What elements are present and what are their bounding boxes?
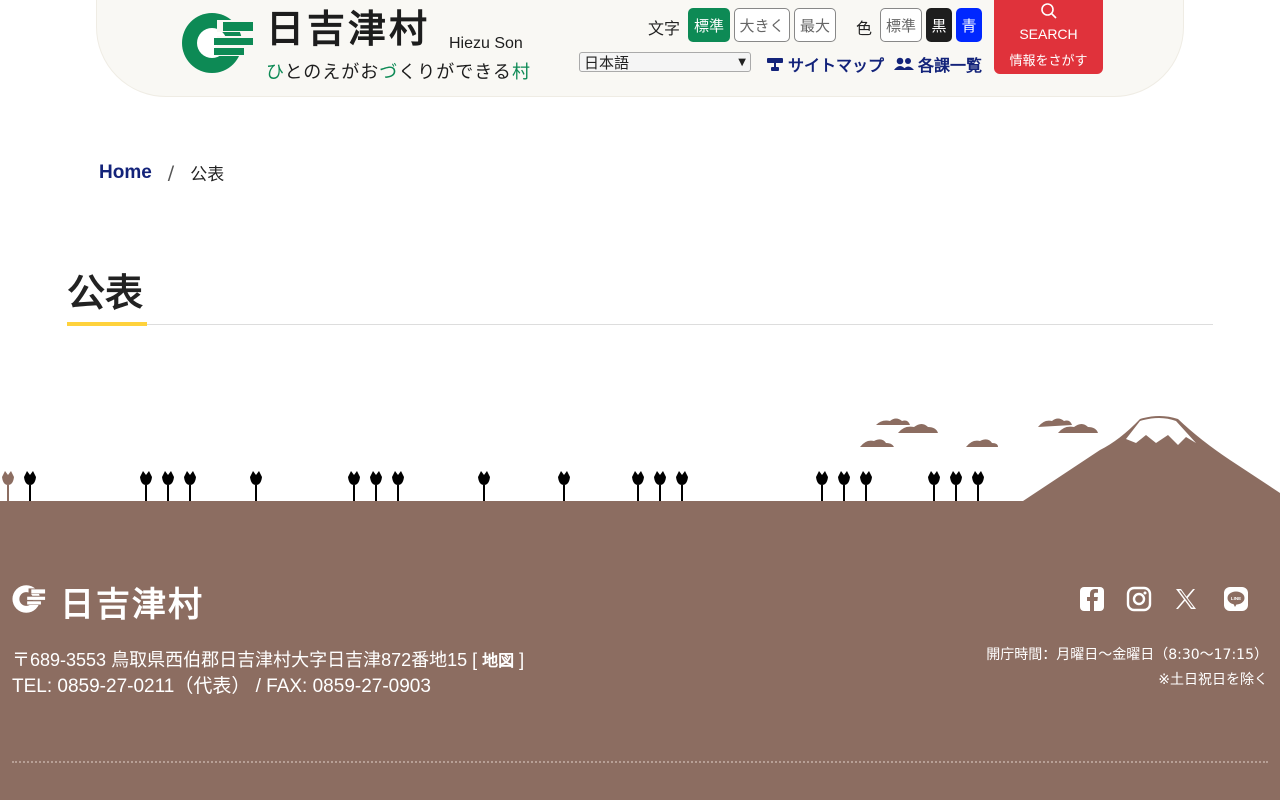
footer-divider [12, 761, 1268, 763]
sitemap-label: サイトマップ [788, 56, 885, 75]
text-size-max-button[interactable]: 最大 [794, 8, 836, 42]
departments-link[interactable]: 各課一覧 [894, 52, 982, 76]
search-button[interactable]: SEARCH 情報をさがす [994, 0, 1103, 74]
tagline: ひとのえがおづくりができる村 [266, 62, 531, 83]
footer-address-close: ] [514, 650, 525, 670]
tulip-shape [370, 471, 382, 501]
text-size-label: 文字 [648, 19, 681, 38]
sitemap-icon [767, 58, 783, 71]
tulip-shape [478, 471, 490, 501]
tulip-shape [860, 471, 872, 501]
tulip-shape [250, 471, 262, 501]
tulip-shape [838, 471, 850, 501]
tulip-shape [392, 471, 404, 501]
tulip-shape [928, 471, 940, 501]
office-hours-note: ※土日祝日を除く [1158, 672, 1268, 688]
search-label-en: SEARCH [1019, 26, 1078, 42]
tulip-shape [162, 471, 174, 501]
text-size-standard-button[interactable]: 標準 [688, 8, 730, 42]
color-standard-button[interactable]: 標準 [880, 8, 922, 42]
tulip-shape [2, 471, 14, 501]
village-logo[interactable] [181, 12, 255, 74]
line-icon[interactable]: LINE [1223, 586, 1249, 612]
instagram-icon[interactable] [1126, 586, 1152, 612]
footer-site-name: 日吉津村 [60, 585, 204, 625]
departments-label: 各課一覧 [918, 56, 983, 75]
tulip-shape [184, 471, 196, 501]
tulip-shape [140, 471, 152, 501]
site-name[interactable]: 日吉津村 [266, 10, 430, 48]
site-name-en: Hiezu Son [449, 35, 523, 52]
map-link[interactable]: 地図 [482, 653, 514, 670]
search-icon [1041, 3, 1057, 19]
landscape-illustration [0, 416, 1280, 505]
page-title: 公表 [67, 271, 144, 315]
tulip-shape [632, 471, 644, 501]
office-hours: 開庁時間：月曜日～金曜日（8:30～17:15） [986, 647, 1268, 663]
x-icon[interactable] [1173, 586, 1199, 612]
footer-address: 〒689-3553 鳥取県西伯郡日吉津村大字日吉津872番地15 [ 地図 ] [12, 646, 524, 672]
users-icon [894, 57, 914, 70]
tulip-shape [24, 471, 36, 501]
breadcrumb-home-link[interactable]: Home [99, 162, 152, 184]
footer-address-text: 〒689-3553 鳥取県西伯郡日吉津村大字日吉津872番地15 [ [12, 650, 483, 670]
tulip-shape [816, 471, 828, 501]
search-label-jp: 情報をさがす [1009, 54, 1088, 69]
footer-logo[interactable] [12, 583, 46, 615]
site-footer: 日吉津村 〒689-3553 鳥取県西伯郡日吉津村大字日吉津872番地15 [ … [0, 503, 1280, 800]
facebook-icon[interactable] [1079, 586, 1105, 612]
tulip-shape [348, 471, 360, 501]
tulip-shape [654, 471, 666, 501]
color-blue-button[interactable]: 青 [956, 8, 982, 42]
chevron-down-icon: ▼ [738, 56, 746, 68]
tulip-shape [950, 471, 962, 501]
footer-tel-fax: TEL: 0859-27-0211（代表） / FAX: 0859-27-090… [12, 676, 431, 697]
title-divider [67, 324, 1213, 325]
color-black-button[interactable]: 黒 [926, 8, 952, 42]
tulip-shape [676, 471, 688, 501]
breadcrumb-separator: / [167, 161, 175, 184]
breadcrumb-current: 公表 [190, 165, 225, 185]
breadcrumb: Home / 公表 [99, 160, 225, 186]
text-size-large-button[interactable]: 大きく [734, 8, 790, 42]
tulip-shape [972, 471, 984, 501]
color-label: 色 [856, 19, 873, 38]
svg-text:LINE: LINE [1231, 596, 1241, 601]
language-select[interactable]: 日本語 ▼ [579, 52, 751, 72]
sitemap-link[interactable]: サイトマップ [766, 52, 884, 76]
title-accent-bar [67, 322, 147, 326]
tulip-shape [558, 471, 570, 501]
language-selected: 日本語 [584, 53, 630, 72]
